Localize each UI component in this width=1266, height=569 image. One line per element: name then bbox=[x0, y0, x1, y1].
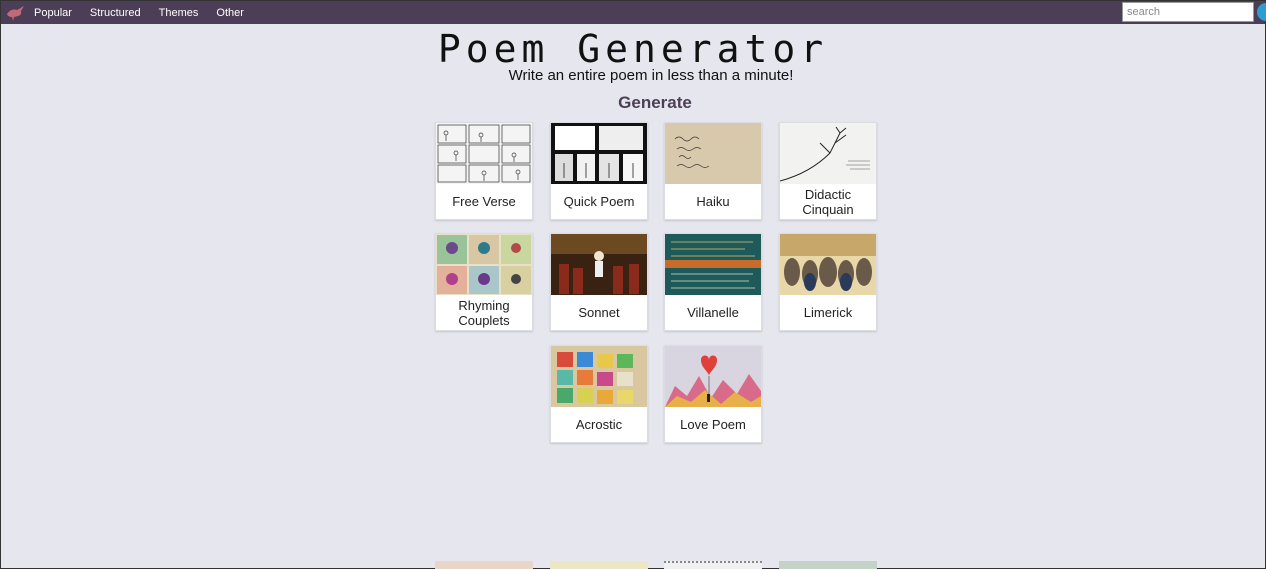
theatre-painting-thumb-icon bbox=[551, 234, 647, 295]
comic-panels-thumb-icon bbox=[551, 123, 647, 184]
card-rhyming-couplets[interactable]: Rhyming Couplets bbox=[435, 233, 533, 331]
card-label: Villanelle bbox=[687, 305, 739, 320]
ink-tree-thumb-icon bbox=[780, 123, 876, 184]
alphabet-blocks-thumb-icon bbox=[551, 346, 647, 407]
card-didactic-cinquain[interactable]: Didactic Cinquain bbox=[779, 122, 877, 220]
partial-card-image bbox=[664, 561, 762, 569]
owls-thumb-icon bbox=[780, 234, 876, 295]
card-label: Didactic Cinquain bbox=[802, 186, 854, 217]
card-label: Haiku bbox=[696, 194, 730, 209]
colorful-panels-thumb-icon bbox=[436, 234, 532, 295]
comic-strip-thumb-icon bbox=[436, 123, 532, 184]
handwritten-note-thumb-icon bbox=[665, 123, 761, 184]
page-subtitle: Write an entire poem in less than a minu… bbox=[508, 67, 794, 84]
nav-other[interactable]: Other bbox=[216, 7, 244, 19]
partial-card-image bbox=[435, 561, 533, 569]
nav-structured[interactable]: Structured bbox=[90, 7, 141, 19]
card-label: Limerick bbox=[803, 305, 853, 320]
card-label: Quick Poem bbox=[563, 194, 635, 209]
card-label: Sonnet bbox=[578, 305, 620, 320]
card-acrostic[interactable]: Acrostic bbox=[550, 345, 648, 443]
card-free-verse[interactable]: Free Verse bbox=[435, 122, 533, 220]
card-label: Rhyming Couplets bbox=[458, 297, 510, 328]
page-title: Poem Generator bbox=[437, 27, 829, 71]
partial-card-image bbox=[550, 561, 648, 569]
card-sonnet[interactable]: Sonnet bbox=[550, 233, 648, 331]
chalkboard-thumb-icon bbox=[665, 234, 761, 295]
top-nav: Popular Structured Themes Other bbox=[1, 1, 1266, 24]
nav-popular[interactable]: Popular bbox=[34, 7, 72, 19]
nav-themes[interactable]: Themes bbox=[159, 7, 199, 19]
partial-card-image bbox=[779, 561, 877, 569]
card-label: Free Verse bbox=[452, 194, 516, 209]
search-input[interactable] bbox=[1122, 2, 1254, 22]
card-quick-poem[interactable]: Quick Poem bbox=[550, 122, 648, 220]
bird-logo-icon[interactable] bbox=[3, 2, 29, 24]
card-haiku[interactable]: Haiku bbox=[664, 122, 762, 220]
card-villanelle[interactable]: Villanelle bbox=[664, 233, 762, 331]
card-limerick[interactable]: Limerick bbox=[779, 233, 877, 331]
heart-balloon-thumb-icon bbox=[665, 346, 761, 407]
generate-heading: Generate bbox=[618, 93, 692, 112]
card-love-poem[interactable]: Love Poem bbox=[664, 345, 762, 443]
card-label: Acrostic bbox=[575, 417, 623, 432]
search-button[interactable] bbox=[1257, 3, 1266, 21]
card-label: Love Poem bbox=[680, 417, 746, 432]
